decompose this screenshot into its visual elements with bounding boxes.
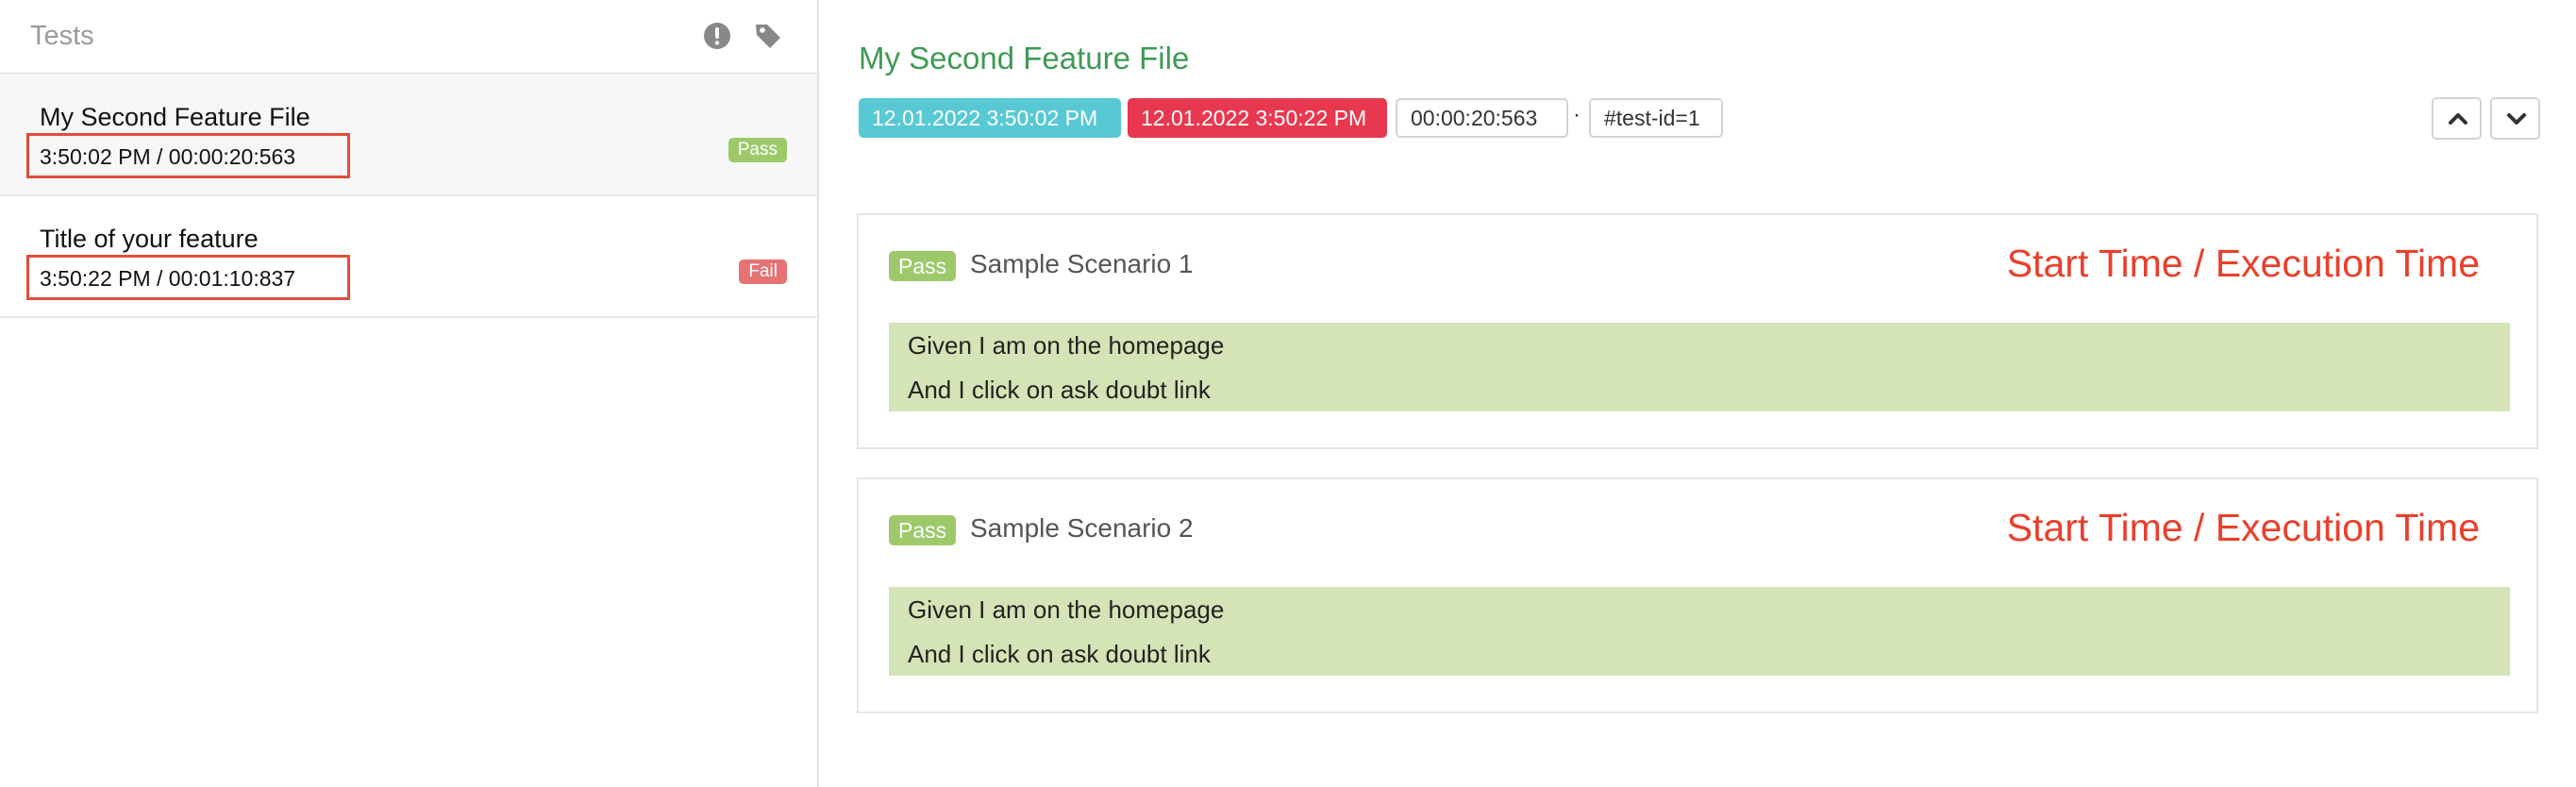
tests-sidebar: Tests My Second Feature File 3:50:02 PM … xyxy=(0,0,819,787)
start-time-chip: 12.01.2022 3:50:02 PM xyxy=(859,98,1121,138)
test-item-title-of-your-feature[interactable]: Title of your feature 3:50:22 PM / 00:01… xyxy=(0,197,817,318)
steps-block: Given I am on the homepage And I click o… xyxy=(889,587,2510,676)
status-badge-pass: Pass xyxy=(728,138,787,162)
annotation-label: Start Time / Execution Time xyxy=(2006,506,2480,549)
exclamation-circle-icon[interactable] xyxy=(702,21,732,51)
end-time-chip: 12.01.2022 3:50:22 PM xyxy=(1128,98,1387,138)
test-item-time: 3:50:02 PM / 00:00:20:563 xyxy=(40,144,296,169)
test-item-name: Title of your feature xyxy=(40,225,259,253)
test-id-chip[interactable]: #test-id=1 xyxy=(1589,98,1723,138)
test-item-time: 3:50:22 PM / 00:01:10:837 xyxy=(40,266,296,291)
chevron-up-icon xyxy=(2449,113,2467,125)
feature-title: My Second Feature File xyxy=(859,41,1190,75)
scenario-card: Pass Sample Scenario 2 Start Time / Exec… xyxy=(857,477,2538,713)
status-badge-pass: Pass xyxy=(889,515,957,545)
status-badge-fail: Fail xyxy=(739,260,787,284)
annotation-label: Start Time / Execution Time xyxy=(2006,242,2480,285)
sidebar-header: Tests xyxy=(0,0,819,75)
chevron-down-icon xyxy=(2507,113,2526,125)
scenario-name[interactable]: Sample Scenario 2 xyxy=(970,513,1194,544)
separator-dot: · xyxy=(1573,102,1581,127)
step-text: And I click on ask doubt link xyxy=(908,376,1211,404)
step-text: Given I am on the homepage xyxy=(908,595,1225,624)
status-badge-pass: Pass xyxy=(889,251,957,281)
test-item-my-second-feature-file[interactable]: My Second Feature File 3:50:02 PM / 00:0… xyxy=(0,75,817,196)
test-item-name: My Second Feature File xyxy=(40,103,310,131)
scenario-name[interactable]: Sample Scenario 1 xyxy=(970,249,1194,279)
steps-block: Given I am on the homepage And I click o… xyxy=(889,323,2510,411)
duration-chip: 00:00:20:563 xyxy=(1396,98,1568,138)
step-text: Given I am on the homepage xyxy=(908,331,1225,360)
next-button[interactable] xyxy=(2490,97,2540,140)
tag-icon[interactable] xyxy=(753,21,783,51)
sidebar-title: Tests xyxy=(30,21,94,51)
scenario-card: Pass Sample Scenario 1 Start Time / Exec… xyxy=(857,213,2538,449)
step-text: And I click on ask doubt link xyxy=(908,640,1211,668)
test-detail-panel: My Second Feature File 12.01.2022 3:50:0… xyxy=(821,0,2576,787)
previous-button[interactable] xyxy=(2432,97,2482,140)
